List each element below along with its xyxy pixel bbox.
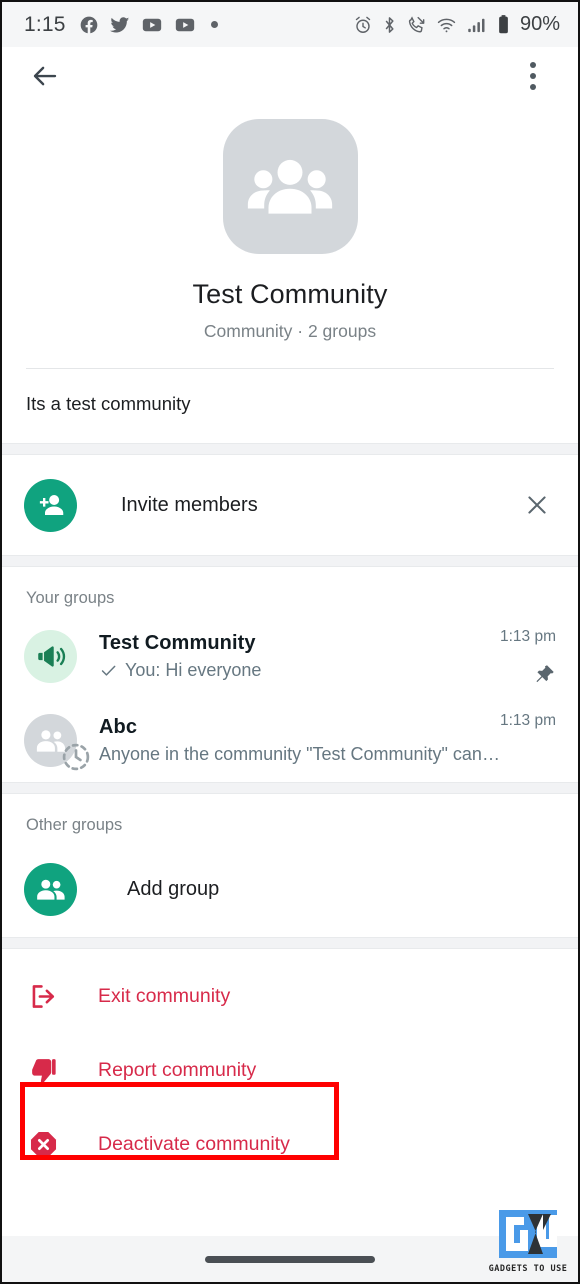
facebook-icon <box>80 16 98 33</box>
chat-timestamp: 1:13 pm <box>499 628 556 645</box>
section-separator <box>2 555 578 567</box>
back-arrow-icon <box>33 66 57 86</box>
cellular-signal-icon <box>468 18 485 32</box>
person-add-icon <box>39 495 63 515</box>
community-actions-list: Exit community Report community Deactiva… <box>2 949 578 1181</box>
exit-icon <box>32 984 55 1008</box>
status-bar: 1:15 90% <box>2 2 578 47</box>
close-icon <box>528 496 546 514</box>
add-group-row[interactable]: Add group <box>2 841 578 937</box>
deactivate-icon-wrap <box>28 1129 72 1160</box>
community-subtitle: Community · 2 groups <box>203 321 377 341</box>
community-avatar[interactable] <box>222 119 358 254</box>
watermark-text: GADGETS TO USE <box>488 1264 568 1274</box>
invite-dismiss-button[interactable] <box>518 486 556 524</box>
exit-community-label: Exit community <box>98 984 231 1007</box>
bluetooth-icon <box>385 16 394 33</box>
gadgets-to-use-logo <box>499 1210 557 1258</box>
community-description[interactable]: Its a test community <box>2 369 578 443</box>
watermark: GADGETS TO USE <box>484 1210 572 1274</box>
status-bar-left: 1:15 <box>24 13 218 37</box>
chat-text-block: Test Community You: Hi everyone <box>99 632 500 681</box>
deactivate-x-icon <box>30 1131 57 1157</box>
exit-community-row[interactable]: Exit community <box>2 959 578 1033</box>
phone-screen: 1:15 90% Test Community Community · 2 gr… <box>0 0 580 1284</box>
youtube-icon <box>175 18 194 31</box>
pin-icon <box>536 665 554 683</box>
disappearing-messages-badge <box>59 740 93 779</box>
list-item[interactable]: Test Community You: Hi everyone 1:13 pm <box>2 614 578 698</box>
group-avatar-wrap <box>24 629 77 683</box>
section-separator <box>2 443 578 455</box>
status-bar-right: 90% <box>353 13 560 36</box>
chat-preview: You: Hi everyone <box>99 660 500 681</box>
overflow-menu-icon <box>530 62 536 90</box>
chat-timestamp: 1:13 pm <box>499 712 556 729</box>
add-group-label: Add group <box>127 877 220 900</box>
deactivate-community-row[interactable]: Deactivate community <box>2 1107 578 1181</box>
chat-preview: Anyone in the community "Test Community"… <box>99 744 500 765</box>
invite-members-row[interactable]: Invite members <box>2 455 578 555</box>
chat-text-block: Abc Anyone in the community "Test Commun… <box>99 716 500 765</box>
section-separator <box>2 937 578 949</box>
community-group-icon <box>247 159 333 214</box>
add-group-avatar <box>24 862 77 916</box>
page-title: Test Community <box>192 279 388 309</box>
disappearing-messages-icon <box>62 743 90 770</box>
list-item[interactable]: Abc Anyone in the community "Test Commun… <box>2 698 578 782</box>
report-community-row[interactable]: Report community <box>2 1033 578 1107</box>
wifi-icon <box>437 18 456 32</box>
chat-title: Abc <box>99 715 138 738</box>
alarm-icon <box>355 16 371 33</box>
thumbs-down-icon <box>32 1058 56 1083</box>
back-button[interactable] <box>26 57 64 95</box>
overflow-menu-button[interactable] <box>514 57 552 95</box>
announcement-megaphone-icon <box>38 645 66 667</box>
delivered-check-icon <box>101 665 116 676</box>
thumbs-down-icon-wrap <box>28 1055 72 1086</box>
missed-call-icon <box>408 15 425 32</box>
group-avatar <box>24 629 77 683</box>
battery-icon <box>499 15 508 34</box>
dot-indicator-icon <box>210 21 218 28</box>
invite-members-avatar <box>24 478 77 532</box>
chat-title: Test Community <box>99 631 256 654</box>
home-gesture-pill[interactable] <box>205 1255 375 1263</box>
exit-icon-wrap <box>28 981 72 1012</box>
chat-meta: 1:13 pm <box>500 624 556 688</box>
other-groups-header: Other groups <box>2 794 578 841</box>
section-separator <box>2 782 578 794</box>
report-community-label: Report community <box>98 1058 257 1081</box>
twitter-icon <box>109 16 129 32</box>
status-bar-clock: 1:15 <box>24 12 66 36</box>
group-add-icon <box>36 879 65 900</box>
youtube-icon <box>142 18 161 31</box>
deactivate-community-label: Deactivate community <box>98 1132 290 1155</box>
chat-preview-text: You: Hi everyone <box>125 659 262 680</box>
your-groups-header: Your groups <box>2 567 578 614</box>
chat-preview-text: Anyone in the community "Test Community"… <box>99 743 500 764</box>
group-avatar-wrap <box>24 713 90 770</box>
chat-meta: 1:13 pm <box>500 708 556 772</box>
app-bar <box>2 47 578 105</box>
battery-percent-label: 90% <box>519 13 560 35</box>
community-profile-header: Test Community Community · 2 groups <box>2 105 578 368</box>
invite-members-label: Invite members <box>121 493 258 516</box>
